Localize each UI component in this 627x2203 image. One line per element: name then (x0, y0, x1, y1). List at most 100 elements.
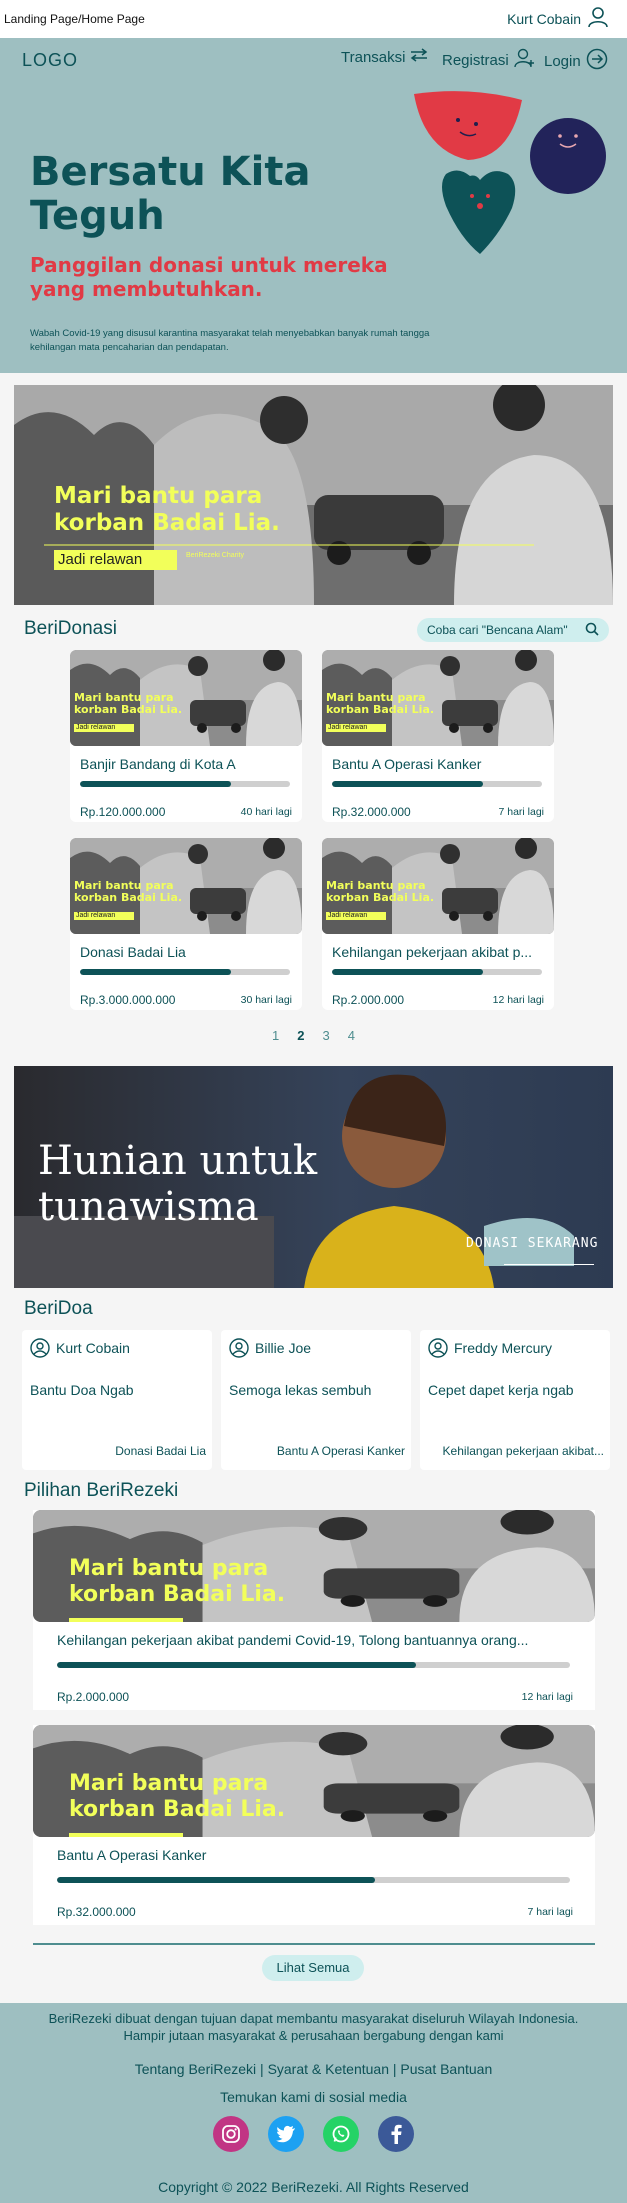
campaign-days-left: 12 hari lagi (521, 1691, 573, 1703)
social-links (0, 2116, 627, 2152)
beridonasi-title: BeriDonasi (24, 618, 117, 639)
whatsapp-icon[interactable] (323, 2116, 359, 2152)
divider (33, 1943, 595, 1945)
campaign-amount: Rp.2.000.000 (57, 1690, 130, 1704)
campaign-thumb: Mari bantu para korban Badai Lia. (33, 1725, 595, 1837)
hunian-cta[interactable]: DONASI SEKARANG (466, 1236, 598, 1251)
footer-tagline-1: BeriRezeki dibuat dengan tujuan dapat me… (48, 2011, 579, 2026)
campaign-card[interactable]: Mari bantu para korban Badai Lia. Jadi rel… (322, 838, 554, 1010)
hero-subtitle: Panggilan donasi untuk mereka yang membu… (30, 253, 388, 301)
user-icon (587, 6, 609, 31)
user-icon (428, 1338, 448, 1363)
progress-bar (332, 969, 542, 975)
campaign-days-left: 30 hari lagi (240, 994, 292, 1006)
campaign-days-left: 7 hari lagi (498, 806, 544, 818)
campaign-thumb: Mari bantu para korban Badai Lia. (33, 1510, 595, 1622)
footer-link-help[interactable]: Pusat Bantuan (400, 2061, 492, 2077)
pagination: 1 2 3 4 (0, 1028, 627, 1043)
user-name: Kurt Cobain (507, 10, 581, 27)
progress-bar (332, 781, 542, 787)
progress-bar (80, 781, 290, 787)
thumb-line-2: korban Badai Lia. (74, 891, 183, 904)
prayer-card[interactable]: Freddy Mercury Cepet dapet kerja ngab Kehi… (420, 1330, 610, 1470)
thumb-cta: Jadi relawan (326, 912, 386, 920)
thumb-line-2: korban Badai Lia. (74, 703, 183, 716)
campaign-title: Donasi Badai Lia (80, 944, 186, 960)
hunian-banner[interactable]: Hunian untuk tunawisma DONASI SEKARANG (14, 1066, 613, 1288)
footer: BeriRezeki dibuat dengan tujuan dapat me… (0, 2003, 627, 2203)
twitter-icon[interactable] (268, 2116, 304, 2152)
add-user-icon (513, 48, 536, 72)
prayer-author: Kurt Cobain (56, 1340, 130, 1356)
page-3[interactable]: 3 (323, 1028, 330, 1043)
prayer-campaign: Donasi Badai Lia (115, 1444, 206, 1458)
campaign-thumb: Mari bantu para korban Badai Lia. Jadi rel… (322, 838, 554, 934)
page-1[interactable]: 1 (272, 1028, 279, 1043)
thumb-cta: Jadi relawan (74, 912, 134, 920)
banner-cta[interactable]: Jadi relawan (54, 550, 177, 570)
instagram-icon[interactable] (213, 2116, 249, 2152)
featured-campaign-card[interactable]: Mari bantu para korban Badai Lia. Kehilang… (33, 1510, 595, 1710)
prayer-author: Billie Joe (255, 1340, 312, 1356)
logo[interactable]: LOGO (22, 50, 78, 71)
banner-headline-2: korban Badai Lia. (54, 510, 280, 536)
campaign-title: Bantu A Operasi Kanker (57, 1847, 207, 1863)
banner-headline-1: Mari bantu para (54, 483, 263, 509)
footer-social-title: Temukan kami di sosial media (220, 2089, 407, 2105)
campaign-amount: Rp.32.000.000 (332, 805, 411, 819)
thumb-line-2: korban Badai Lia. (326, 703, 435, 716)
campaign-thumb: Mari bantu para korban Badai Lia. Jadi rel… (322, 650, 554, 746)
campaign-days-left: 12 hari lagi (492, 994, 544, 1006)
copyright: Copyright © 2022 BeriRezeki. All Rights … (158, 2179, 469, 2195)
hunian-cta-underline (504, 1264, 594, 1265)
nav-transaksi[interactable]: Transaksi (341, 48, 428, 66)
campaign-title: Kehilangan pekerjaan akibat pandemi Covi… (57, 1632, 529, 1648)
page-2[interactable]: 2 (297, 1028, 304, 1043)
campaign-title: Kehilangan pekerjaan akibat p... (332, 944, 533, 960)
prayer-message: Bantu Doa Ngab (30, 1382, 134, 1398)
search-placeholder: Coba cari "Bencana Alam" (427, 623, 568, 637)
see-all-button[interactable]: Lihat Semua (262, 1955, 364, 1981)
hunian-title-2: tunawisma (38, 1184, 259, 1230)
featured-campaign-card[interactable]: Mari bantu para korban Badai Lia. Bantu A … (33, 1725, 595, 1925)
login-arrow-icon (586, 48, 608, 74)
facebook-icon[interactable] (378, 2116, 414, 2152)
prayer-message: Cepet dapet kerja ngab (428, 1382, 574, 1398)
prayer-card[interactable]: Billie Joe Semoga lekas sembuh Bantu A Ope… (221, 1330, 411, 1470)
search-icon (585, 622, 599, 639)
progress-bar (57, 1877, 570, 1883)
user-icon (229, 1338, 249, 1363)
thumb-line-2: korban Badai Lia. (326, 891, 435, 904)
campaign-card[interactable]: Mari bantu para korban Badai Lia. Jadi rel… (70, 650, 302, 822)
breadcrumb: Landing Page/Home Page (4, 12, 145, 26)
campaign-days-left: 7 hari lagi (527, 1906, 573, 1918)
footer-link-terms[interactable]: Syarat & Ketentuan (268, 2061, 389, 2077)
hero-illustration (414, 91, 606, 254)
nav-registrasi[interactable]: Registrasi (442, 48, 536, 72)
thumb-line-1: Mari bantu para (69, 1771, 269, 1796)
campaign-thumb: Mari bantu para korban Badai Lia. Jadi rel… (70, 650, 302, 746)
search-input[interactable]: Coba cari "Bencana Alam" (417, 618, 609, 642)
nav-transaksi-label: Transaksi (341, 48, 406, 66)
user-menu[interactable]: Kurt Cobain (507, 6, 609, 31)
prayer-campaign: Bantu A Operasi Kanker (276, 1444, 405, 1458)
prayer-card[interactable]: Kurt Cobain Bantu Doa Ngab Donasi Badai Li… (22, 1330, 212, 1470)
user-icon (30, 1338, 50, 1363)
campaign-title: Bantu A Operasi Kanker (332, 756, 482, 772)
thumb-cta-strip (69, 1618, 183, 1622)
campaign-amount: Rp.2.000.000 (332, 993, 405, 1007)
page-4[interactable]: 4 (348, 1028, 355, 1043)
prayer-campaign: Kehilangan pekerjaan akibat... (442, 1444, 604, 1458)
nav-login[interactable]: Login (544, 48, 608, 74)
progress-bar (57, 1662, 570, 1668)
thumb-line-2: korban Badai Lia. (69, 1582, 286, 1607)
pilihan-title: Pilihan BeriRezeki (24, 1480, 179, 1501)
campaign-card[interactable]: Mari bantu para korban Badai Lia. Jadi rel… (70, 838, 302, 1010)
volunteer-banner[interactable]: Mari bantu para korban Badai Lia. Jadi r… (14, 385, 613, 605)
footer-link-about[interactable]: Tentang BeriRezeki (135, 2061, 256, 2077)
progress-bar (80, 969, 290, 975)
footer-tagline-2: Hampir jutaan masyarakat & perusahaan be… (123, 2028, 504, 2043)
campaign-card[interactable]: Mari bantu para korban Badai Lia. Jadi rel… (322, 650, 554, 822)
hero-title: Bersatu Kita Teguh (30, 149, 311, 239)
nav-registrasi-label: Registrasi (442, 51, 509, 69)
